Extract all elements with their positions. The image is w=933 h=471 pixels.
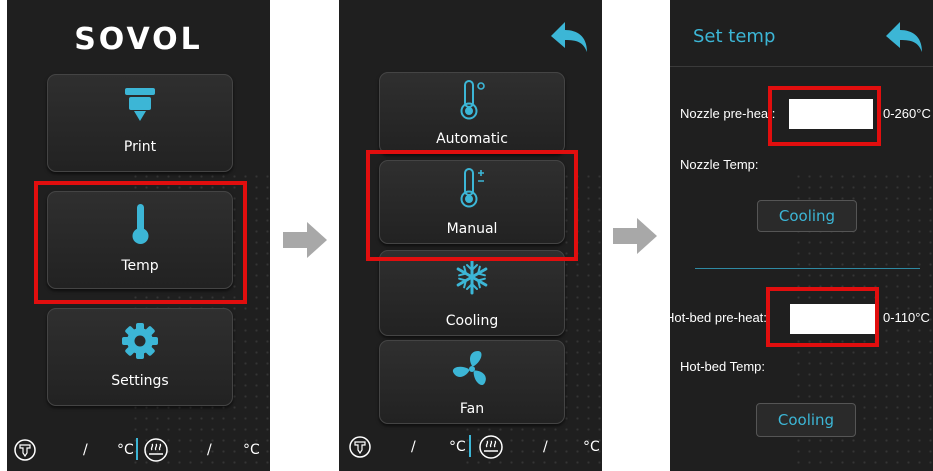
settings-label: Settings — [111, 373, 169, 389]
settings-button[interactable]: Settings — [47, 308, 233, 406]
fan-icon — [452, 351, 486, 386]
print-button[interactable]: Print — [47, 74, 233, 172]
snowflake-icon — [456, 259, 488, 295]
cooling-button[interactable]: Cooling — [379, 250, 565, 336]
status-bar: / °C / °C — [339, 431, 602, 471]
manual-highlight — [366, 150, 578, 261]
flow-arrow-icon — [613, 218, 657, 254]
hotbed-status-icon — [479, 435, 503, 459]
status-divider — [136, 438, 138, 460]
page-title: Set temp — [693, 26, 776, 47]
back-button[interactable] — [884, 20, 924, 56]
bed-temp-label: Hot-bed Temp: — [680, 359, 766, 374]
cooling-label: Cooling — [445, 313, 499, 329]
nozzle-separator: / — [411, 439, 416, 455]
fan-button[interactable]: Fan — [379, 340, 565, 424]
thermometer-auto-icon — [460, 80, 485, 120]
nozzle-status-icon — [14, 439, 36, 461]
nozzle-status-icon — [349, 436, 371, 458]
automatic-button[interactable]: Automatic — [379, 72, 565, 154]
bed-preheat-label: Hot-bed pre-heat: — [670, 310, 767, 325]
nozzle-temp-label: Nozzle Temp: — [680, 157, 759, 172]
header-divider — [670, 66, 933, 67]
bed-range: 0-110°C — [883, 310, 930, 325]
bed-separator: / — [543, 439, 548, 455]
hotbed-status-icon — [144, 438, 168, 462]
temp-menu-screen: Automatic Manual Cooling Fan / °C / °C — [339, 0, 602, 471]
print-label: Print — [123, 139, 157, 155]
nozzle-separator: / — [83, 442, 88, 458]
nozzle-unit: °C — [449, 439, 466, 455]
nozzle-range: 0-260°C — [883, 106, 931, 121]
automatic-label: Automatic — [436, 131, 508, 147]
set-temp-screen: Set temp Nozzle pre-heat: 0-260°C Nozzle… — [670, 0, 933, 471]
bed-unit: °C — [243, 442, 260, 458]
back-arrow-icon — [551, 22, 587, 52]
gear-icon — [122, 323, 158, 359]
nozzle-input-highlight — [768, 86, 881, 146]
nozzle-cooling-button[interactable]: Cooling — [757, 200, 857, 232]
section-divider — [695, 268, 920, 269]
status-divider — [469, 435, 471, 457]
bed-input-highlight — [766, 287, 879, 347]
temp-highlight — [34, 181, 247, 304]
back-arrow-icon — [886, 22, 922, 52]
fan-label: Fan — [459, 401, 485, 417]
flow-arrow-icon — [283, 222, 327, 258]
bed-unit: °C — [583, 439, 600, 455]
back-button[interactable] — [549, 20, 589, 56]
main-menu-screen: SOVOL Print Temp Settings / °C / °C — [7, 0, 270, 471]
nozzle-preheat-label: Nozzle pre-heat: — [680, 106, 776, 121]
print-head-icon — [125, 88, 155, 121]
bed-cooling-button[interactable]: Cooling — [756, 403, 856, 437]
nozzle-unit: °C — [117, 442, 134, 458]
sovol-logo: SOVOL — [74, 22, 203, 57]
bed-separator: / — [207, 442, 212, 458]
status-bar: / °C / °C — [7, 431, 270, 471]
